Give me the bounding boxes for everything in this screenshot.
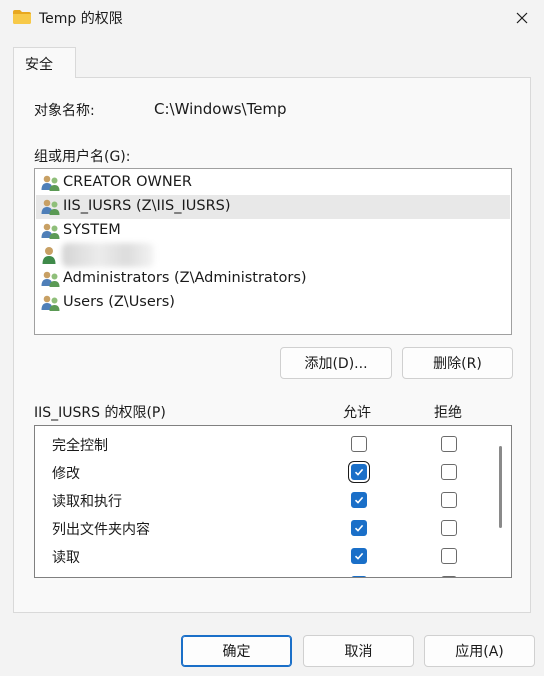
check-icon (354, 468, 364, 476)
group-user-list[interactable]: CREATOR OWNER IIS_IUSRS (Z\IIS_IUSRS) SY… (34, 168, 512, 335)
permission-row: 读取和执行 (35, 487, 493, 515)
permission-name: 读取和执行 (52, 494, 122, 510)
user-group-icon (41, 271, 60, 287)
deny-column-header: 拒绝 (434, 405, 462, 421)
permission-name: 列出文件夹内容 (52, 522, 150, 538)
apply-button[interactable]: 应用(A) (424, 635, 535, 667)
object-name-value: C:\Windows\Temp (154, 100, 287, 118)
user-name: IIS_IUSRS (Z\IIS_IUSRS) (63, 198, 231, 214)
user-icon (42, 247, 56, 264)
deny-checkbox[interactable] (441, 520, 457, 536)
permission-name: 修改 (52, 466, 80, 482)
allow-checkbox[interactable] (351, 520, 367, 536)
user-group-icon (41, 223, 60, 239)
check-icon (354, 524, 364, 532)
permissions-scrollbar[interactable] (499, 446, 502, 528)
list-item[interactable]: IIS_IUSRS (Z\IIS_IUSRS) (36, 195, 510, 219)
permission-row: 修改 (35, 459, 493, 487)
user-group-icon (41, 199, 60, 215)
permission-row: 读取 (35, 543, 493, 571)
user-group-icon (41, 295, 60, 311)
allow-column-header: 允许 (343, 405, 371, 421)
remove-button[interactable]: 删除(R) (402, 347, 513, 379)
check-icon (354, 552, 364, 560)
redacted-user-name (62, 243, 154, 267)
allow-checkbox[interactable] (351, 436, 367, 452)
list-item[interactable]: SYSTEM (36, 219, 510, 243)
cancel-button[interactable]: 取消 (303, 635, 414, 667)
tab-security[interactable]: 安全 (13, 47, 76, 78)
user-group-icon (41, 175, 60, 191)
group-list-label: 组或用户名(G): (34, 149, 131, 165)
allow-checkbox[interactable] (348, 461, 370, 483)
title-bar: Temp 的权限 (0, 0, 544, 36)
permission-name: 完全控制 (52, 438, 108, 454)
permissions-list: 完全控制 修改 读取和执行 列出文件夹内容 读取 (34, 425, 512, 578)
user-name: Users (Z\Users) (63, 294, 175, 310)
user-name: SYSTEM (63, 222, 121, 238)
deny-checkbox[interactable] (441, 492, 457, 508)
allow-checkbox[interactable] (351, 548, 367, 564)
object-name-label: 对象名称: (34, 103, 95, 119)
close-icon (516, 12, 528, 24)
permission-name: 读取 (52, 550, 80, 566)
add-button[interactable]: 添加(D)... (280, 347, 392, 379)
user-name: CREATOR OWNER (63, 174, 192, 190)
folder-icon (13, 10, 31, 24)
allow-checkbox[interactable] (351, 576, 367, 577)
list-item[interactable]: Users (Z\Users) (36, 291, 510, 315)
deny-checkbox[interactable] (441, 576, 457, 577)
list-item[interactable]: Administrators (Z\Administrators) (36, 267, 510, 291)
permission-row: 完全控制 (35, 431, 493, 459)
deny-checkbox[interactable] (441, 464, 457, 480)
check-icon (354, 496, 364, 504)
user-name: Administrators (Z\Administrators) (63, 270, 307, 286)
tab-security-label: 安全 (25, 57, 53, 73)
permission-row: 列出文件夹内容 (35, 515, 493, 543)
ok-button[interactable]: 确定 (181, 635, 292, 667)
allow-checkbox[interactable] (351, 492, 367, 508)
list-item[interactable]: CREATOR OWNER (36, 171, 510, 195)
deny-checkbox[interactable] (441, 548, 457, 564)
window-title: Temp 的权限 (39, 11, 123, 27)
permission-row-partial (35, 571, 493, 577)
permissions-label: IIS_IUSRS 的权限(P) (34, 405, 166, 421)
close-button[interactable] (500, 0, 544, 36)
list-item[interactable] (36, 243, 510, 267)
deny-checkbox[interactable] (441, 436, 457, 452)
